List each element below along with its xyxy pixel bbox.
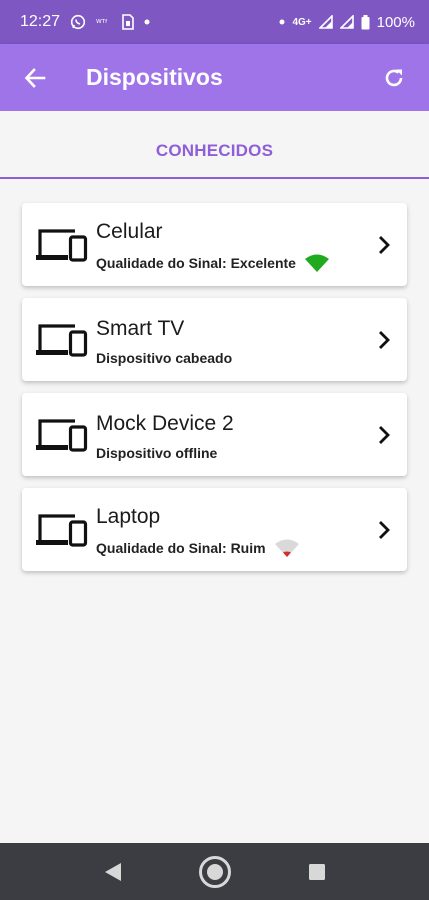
sim-card-icon bbox=[122, 14, 134, 30]
cell-signal-icon bbox=[318, 15, 333, 29]
wifi-signal-excellent-icon bbox=[304, 254, 329, 272]
home-circle-icon bbox=[198, 855, 231, 888]
square-recents-icon bbox=[308, 863, 325, 880]
tab-bar: CONHECIDOS bbox=[0, 111, 429, 179]
device-list: Celular Qualidade do Sinal: Excelente Sm… bbox=[22, 203, 407, 583]
device-status: Qualidade do Sinal: Excelente bbox=[96, 253, 361, 273]
device-card-celular[interactable]: Celular Qualidade do Sinal: Excelente bbox=[22, 203, 407, 286]
network-type-label: 4G+ bbox=[292, 16, 312, 28]
svg-text:ᵂᵀᶠ: ᵂᵀᶠ bbox=[96, 19, 108, 28]
device-name: Laptop bbox=[96, 505, 161, 528]
notification-dot-icon bbox=[279, 19, 285, 25]
device-name: Smart TV bbox=[96, 317, 185, 340]
tv-app-icon: ᵂᵀᶠ bbox=[96, 16, 112, 28]
battery-icon bbox=[361, 14, 370, 30]
status-bar: 12:27 ᵂᵀᶠ 4G+ 100% bbox=[0, 0, 429, 44]
nav-back-button[interactable] bbox=[93, 852, 133, 892]
refresh-button[interactable] bbox=[359, 44, 429, 111]
triangle-back-icon bbox=[104, 862, 121, 881]
devices-icon bbox=[22, 203, 96, 286]
cell-signal-icon bbox=[339, 15, 354, 29]
chevron-right-icon bbox=[361, 203, 407, 286]
device-card-laptop[interactable]: Laptop Qualidade do Sinal: Ruim bbox=[22, 488, 407, 571]
chevron-right-icon bbox=[361, 393, 407, 476]
device-status-text: Dispositivo offline bbox=[96, 445, 218, 461]
devices-icon bbox=[22, 488, 96, 571]
status-time: 12:27 bbox=[20, 13, 61, 30]
whatsapp-icon bbox=[70, 14, 86, 30]
page-title: Dispositivos bbox=[86, 64, 223, 90]
system-nav-bar bbox=[0, 843, 429, 900]
device-status: Qualidade do Sinal: Ruim bbox=[96, 538, 361, 558]
chevron-right-icon bbox=[361, 298, 407, 381]
device-status-text: Qualidade do Sinal: Excelente bbox=[96, 255, 296, 271]
device-status-text: Dispositivo cabeado bbox=[96, 350, 233, 366]
nav-home-button[interactable] bbox=[195, 852, 235, 892]
tab-conhecidos[interactable]: CONHECIDOS bbox=[156, 127, 273, 161]
nav-recents-button[interactable] bbox=[297, 852, 337, 892]
notification-dot-icon bbox=[144, 19, 150, 25]
wifi-signal-poor-icon bbox=[274, 539, 299, 557]
chevron-right-icon bbox=[361, 488, 407, 571]
refresh-icon bbox=[385, 69, 403, 86]
device-card-mock-device-2[interactable]: Mock Device 2 Dispositivo offline bbox=[22, 393, 407, 476]
devices-icon bbox=[22, 393, 96, 476]
arrow-left-icon bbox=[24, 67, 46, 88]
device-name: Mock Device 2 bbox=[96, 412, 234, 435]
back-button[interactable] bbox=[0, 44, 70, 111]
app-bar: Dispositivos bbox=[0, 44, 429, 111]
device-card-smart-tv[interactable]: Smart TV Dispositivo cabeado bbox=[22, 298, 407, 381]
battery-percent: 100% bbox=[376, 13, 415, 31]
device-status: Dispositivo offline bbox=[96, 445, 361, 461]
device-status: Dispositivo cabeado bbox=[96, 350, 361, 366]
device-status-text: Qualidade do Sinal: Ruim bbox=[96, 540, 266, 556]
devices-icon bbox=[22, 298, 96, 381]
device-name: Celular bbox=[96, 220, 163, 243]
